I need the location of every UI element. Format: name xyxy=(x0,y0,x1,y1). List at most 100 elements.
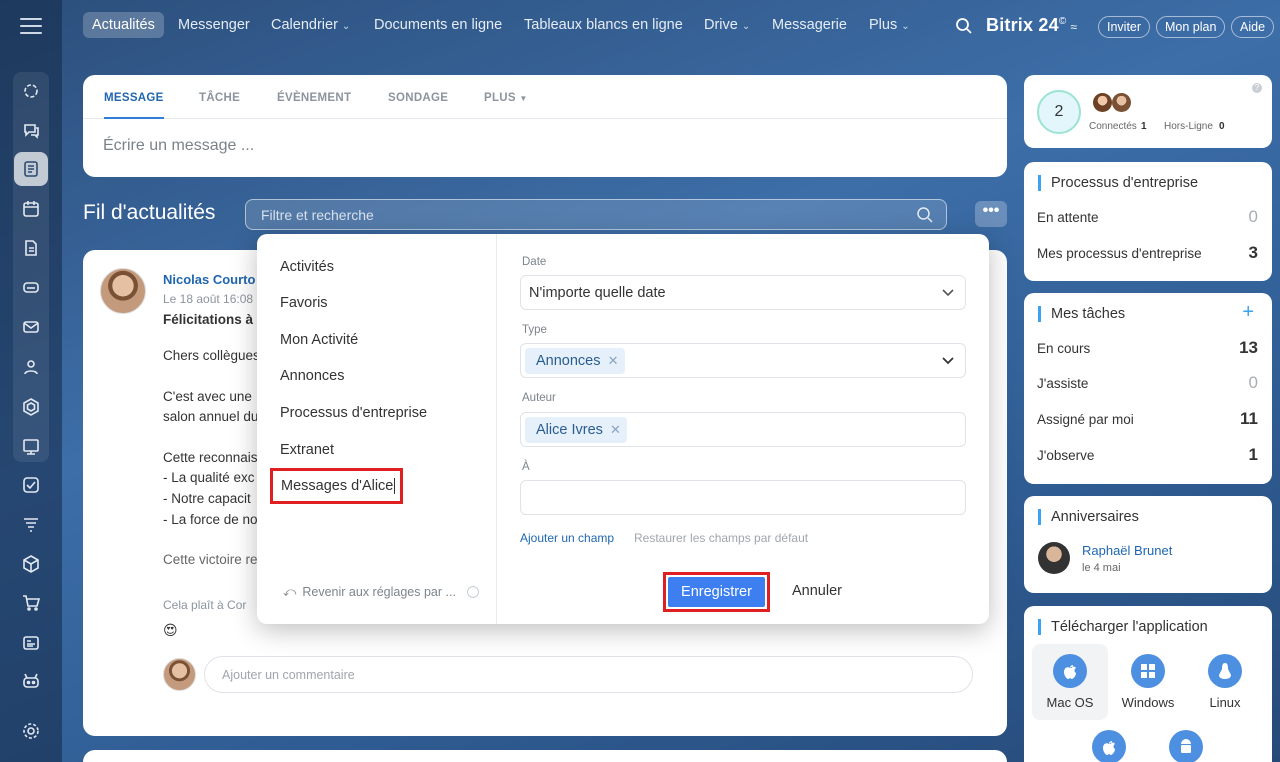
rail-filter-icon[interactable] xyxy=(20,513,42,535)
cancel-button[interactable]: Annuler xyxy=(792,583,842,599)
gear-icon[interactable] xyxy=(467,586,480,598)
filter-search-input[interactable]: Filtre et recherche xyxy=(245,199,947,230)
search-icon[interactable] xyxy=(916,206,934,229)
preset-item[interactable]: Activités xyxy=(280,259,334,275)
save-button[interactable]: Enregistrer xyxy=(668,577,765,607)
rail-cart-icon[interactable] xyxy=(20,592,42,614)
rail-contacts-icon[interactable] xyxy=(20,356,42,378)
date-select[interactable]: N'importe quelle date xyxy=(520,275,966,310)
task-label: Assigné par moi xyxy=(1037,412,1134,427)
author-field[interactable]: Alice Ivres ✕ xyxy=(520,412,966,447)
reset-label: Revenir aux réglages par ... xyxy=(302,585,456,599)
brand-logo[interactable]: Bitrix 24© ≈ xyxy=(986,15,1077,36)
preset-item[interactable]: Processus d'entreprise xyxy=(280,405,427,421)
avatar[interactable] xyxy=(1093,93,1112,112)
tab-sondage[interactable]: SONDAGE xyxy=(388,92,448,104)
widget-title[interactable]: Processus d'entreprise xyxy=(1038,175,1198,191)
menu-icon[interactable] xyxy=(20,18,42,36)
my-plan-button[interactable]: Mon plan xyxy=(1156,16,1226,38)
tab-plus[interactable]: PLUS ▼ xyxy=(484,92,528,104)
tab-message[interactable]: MESSAGE xyxy=(104,92,164,119)
avatar[interactable] xyxy=(1112,93,1131,112)
rail-mail-icon[interactable] xyxy=(20,316,42,338)
preset-item[interactable]: Annonces xyxy=(280,368,345,384)
remove-chip-icon[interactable]: ✕ xyxy=(608,348,619,374)
preset-item[interactable]: Extranet xyxy=(280,442,334,458)
task-row[interactable]: En cours 13 xyxy=(1037,338,1258,357)
download-android[interactable] xyxy=(1148,720,1224,762)
remove-chip-icon[interactable]: ✕ xyxy=(610,417,621,443)
text-cursor xyxy=(394,478,396,495)
task-label: J'observe xyxy=(1037,448,1095,463)
to-field[interactable] xyxy=(520,480,966,515)
more-options-button[interactable]: ••• xyxy=(975,201,1007,227)
nav-plus[interactable]: Plus ⌄ xyxy=(869,17,910,33)
nav-drive[interactable]: Drive ⌄ xyxy=(704,17,750,33)
add-field-link[interactable]: Ajouter un champ xyxy=(520,531,614,545)
rail-robot-icon[interactable] xyxy=(20,670,42,692)
process-row[interactable]: Mes processus d'entreprise 3 xyxy=(1037,243,1258,262)
preset-item[interactable]: Mon Activité xyxy=(280,332,358,348)
process-row[interactable]: En attente 0 xyxy=(1037,207,1258,226)
tab-tache[interactable]: TÂCHE xyxy=(199,92,240,104)
post-likes[interactable]: Cela plaît à Cor xyxy=(163,598,246,612)
message-input[interactable]: Écrire un message ... xyxy=(103,137,254,155)
top-navigation: Actualités Messenger Calendrier ⌄ Documen… xyxy=(62,0,1280,54)
nav-messenger[interactable]: Messenger xyxy=(178,17,250,33)
help-button[interactable]: Aide xyxy=(1231,16,1275,38)
birthday-name[interactable]: Raphaël Brunet xyxy=(1082,543,1172,558)
download-ios[interactable] xyxy=(1071,720,1147,762)
comment-input[interactable]: Ajouter un commentaire xyxy=(204,656,973,693)
nav-tableaux[interactable]: Tableaux blancs en ligne xyxy=(524,17,683,33)
date-label: Date xyxy=(522,256,547,268)
page-title: Fil d'actualités xyxy=(83,201,216,224)
avatar[interactable] xyxy=(100,268,146,314)
rail-drive-icon[interactable] xyxy=(20,276,42,298)
rail-calendar-icon[interactable] xyxy=(20,198,42,220)
restore-defaults-link[interactable]: Restaurer les champs par défaut xyxy=(634,531,808,545)
avatar[interactable] xyxy=(1038,542,1070,574)
preset-item[interactable]: Favoris xyxy=(280,295,328,311)
author-label: Auteur xyxy=(522,392,556,404)
rail-tasks-icon[interactable] xyxy=(20,474,42,496)
brand-mark: © xyxy=(1058,16,1067,27)
tab-evenement[interactable]: ÉVÈNEMENT xyxy=(277,92,351,104)
download-app-widget: Télécharger l'application Mac OS Windows… xyxy=(1024,606,1272,762)
online-count[interactable]: 2 xyxy=(1037,90,1081,134)
reaction-emoji[interactable]: 😍 xyxy=(163,622,178,639)
preset-item-editing[interactable]: Messages d'Alice xyxy=(270,468,403,504)
invite-button[interactable]: Inviter xyxy=(1098,16,1151,38)
rail-box-icon[interactable] xyxy=(20,553,42,575)
rail-activity-icon[interactable] xyxy=(20,80,42,102)
rail-board-icon[interactable] xyxy=(20,436,42,458)
widget-title[interactable]: Mes tâches xyxy=(1038,306,1125,322)
reset-settings-link[interactable]: ⤺ Revenir aux réglages par ... xyxy=(283,585,480,600)
task-row[interactable]: J'assiste 0 xyxy=(1037,373,1258,392)
rail-feed-icon[interactable] xyxy=(14,152,48,186)
rail-documents-icon[interactable] xyxy=(20,237,42,259)
download-windows[interactable]: Windows xyxy=(1110,644,1186,720)
add-task-button[interactable]: + xyxy=(1242,301,1254,324)
android-icon xyxy=(1169,730,1203,762)
task-row[interactable]: J'observe 1 xyxy=(1037,445,1258,464)
download-macos[interactable]: Mac OS xyxy=(1032,644,1108,720)
search-icon[interactable] xyxy=(955,17,973,40)
rail-card-icon[interactable] xyxy=(20,632,42,654)
rail-settings-icon[interactable] xyxy=(20,720,42,742)
tab-plus-label: PLUS xyxy=(484,92,516,104)
post-author[interactable]: Nicolas Courto xyxy=(163,272,255,287)
process-value: 0 xyxy=(1248,207,1258,226)
download-linux[interactable]: Linux xyxy=(1187,644,1263,720)
nav-messagerie[interactable]: Messagerie xyxy=(772,17,847,33)
rail-chat-icon[interactable] xyxy=(20,119,42,141)
rail-hexagon-icon[interactable] xyxy=(20,396,42,418)
preset-name-input[interactable]: Messages d'Alice xyxy=(281,478,393,494)
nav-actualites[interactable]: Actualités xyxy=(83,12,164,38)
task-row[interactable]: Assigné par moi 11 xyxy=(1037,409,1258,428)
help-icon[interactable]: ? xyxy=(1252,83,1262,93)
widget-title[interactable]: Anniversaires xyxy=(1038,509,1139,525)
type-select[interactable]: Annonces ✕ xyxy=(520,343,966,378)
apple-icon xyxy=(1092,730,1126,762)
nav-calendrier[interactable]: Calendrier ⌄ xyxy=(271,17,350,33)
nav-documents[interactable]: Documents en ligne xyxy=(374,17,502,33)
